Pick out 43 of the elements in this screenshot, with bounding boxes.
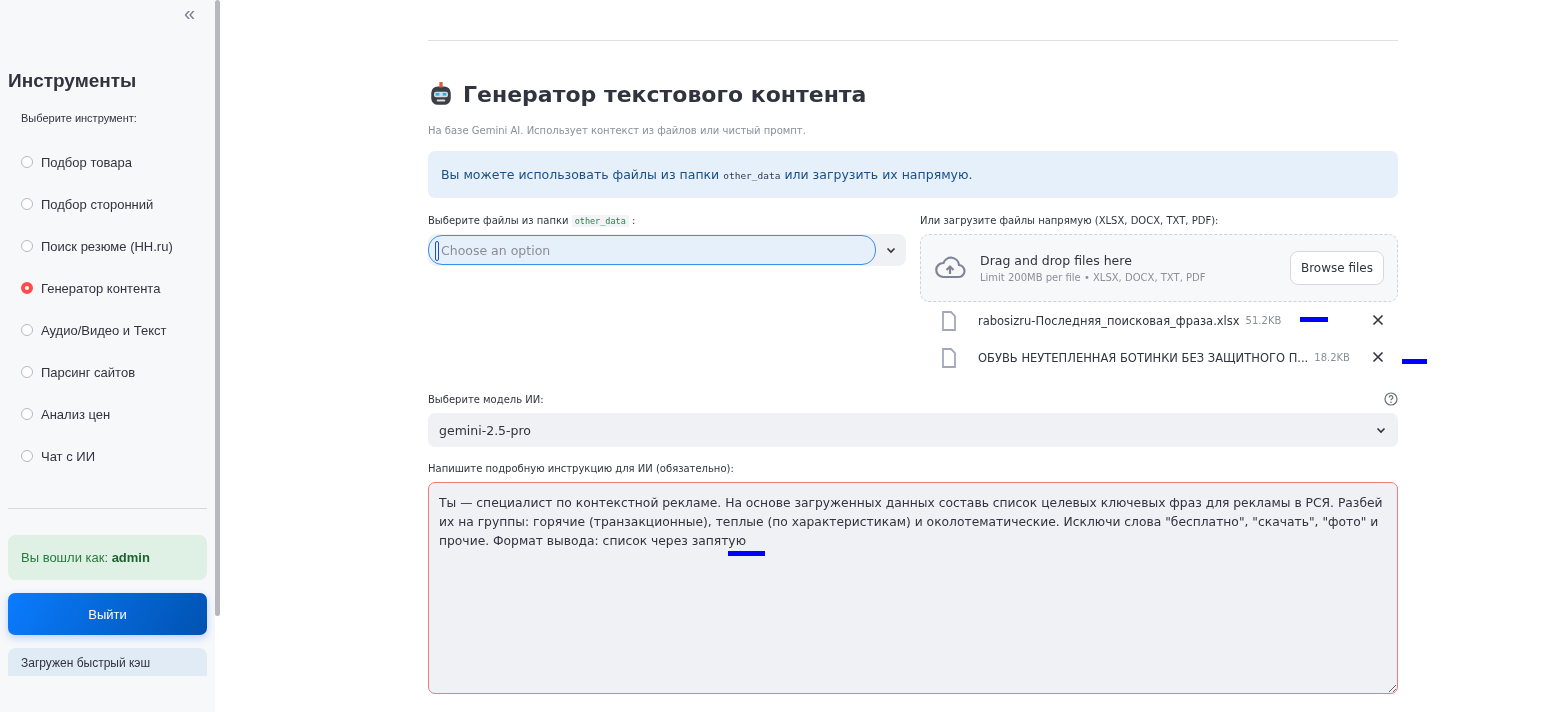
tool-radio-option[interactable]: Подбор товара — [21, 142, 207, 184]
collapse-sidebar-button[interactable]: « — [183, 2, 195, 25]
tool-radio-option[interactable]: Анализ цен — [21, 394, 207, 436]
cloud-upload-icon — [934, 256, 966, 280]
file-dropzone[interactable]: Drag and drop files here Limit 200MB per file • XLSX, DOCX, TXT, PDF Browse files — [920, 234, 1398, 302]
remove-file-button[interactable] — [1372, 314, 1384, 326]
file-size: 51.2KB — [1245, 315, 1282, 326]
cache-status-note: Загружен быстрый кэш — [8, 648, 207, 676]
tool-radio-option[interactable]: Чат с ИИ — [21, 436, 207, 478]
instruction-textarea[interactable]: Ты — специалист по контекстной рекламе. На основе загруженных данных составь список целевых ключевых фраз для рекламы в РСЯ. Разбей их на группы: горячие (транзакционные), теплые (по характеристикам) и околотематические. Исключи слова "бесплатно", "скачать", "фото" и прочие. Формат вывода: список через запятую — [428, 482, 1398, 694]
page-subtitle: На базе Gemini AI. Использует контекст из файлов или чистый промпт. — [428, 125, 807, 136]
help-icon[interactable] — [1384, 392, 1398, 406]
browse-files-button[interactable]: Browse files — [1289, 251, 1384, 285]
page-title: Генератор текстового контента — [463, 81, 867, 107]
dropzone-title: Drag and drop files here — [980, 253, 1133, 268]
dropzone-hint: Limit 200MB per file • XLSX, DOCX, TXT, PDF — [980, 272, 1207, 283]
scrollbar-thumb[interactable] — [215, 0, 220, 616]
field-label: Или загрузите файлы напрямую (XLSX, DOCX, TXT, PDF): — [920, 215, 1220, 226]
file-name: rabosizru-Последняя_поисковая_фраза.xlsx — [978, 313, 1240, 328]
file-multiselect[interactable]: Choose an option — [428, 234, 906, 266]
radio-group-label: Выберите инструмент: — [21, 112, 138, 124]
tool-radio-option[interactable]: Поиск резюме (HH.ru) — [21, 226, 207, 268]
file-size: 18.2KB — [1314, 352, 1350, 363]
file-name: ОБУВЬ НЕУТЕПЛЕННАЯ БОТИНКИ БЕЗ ЗАЩИТНОГО П... — [978, 350, 1309, 365]
tool-radio-option[interactable]: Аудио/Видео и Текст — [21, 310, 207, 352]
highlight-mark — [1300, 317, 1328, 322]
highlight-mark — [728, 551, 765, 556]
info-text: Вы можете использовать файлы из папки other_data или загрузить их напрямую. — [441, 167, 973, 182]
sidebar-title: Инструменты — [8, 70, 138, 92]
field-label: Напишите подробную инструкцию для ИИ (обязательно): — [428, 463, 735, 474]
tool-radio-option[interactable]: Парсинг сайтов — [21, 352, 207, 394]
file-icon — [941, 310, 957, 331]
robot-icon — [428, 81, 454, 107]
tool-radio-option[interactable]: Подбор сторонний — [21, 184, 207, 226]
remove-file-button[interactable] — [1372, 351, 1384, 363]
logout-button[interactable]: Выйти — [8, 593, 207, 635]
tool-radio-option[interactable]: Генератор контента — [21, 268, 207, 310]
field-label: Выберите файлы из папки other_data : — [428, 215, 637, 226]
field-label: Выберите модель ИИ: — [428, 393, 544, 405]
model-select[interactable]: gemini-2.5-pro — [428, 413, 1398, 447]
file-icon — [941, 347, 957, 368]
highlight-mark — [1402, 359, 1427, 364]
login-status-note: Вы вошли как: admin — [8, 535, 207, 580]
